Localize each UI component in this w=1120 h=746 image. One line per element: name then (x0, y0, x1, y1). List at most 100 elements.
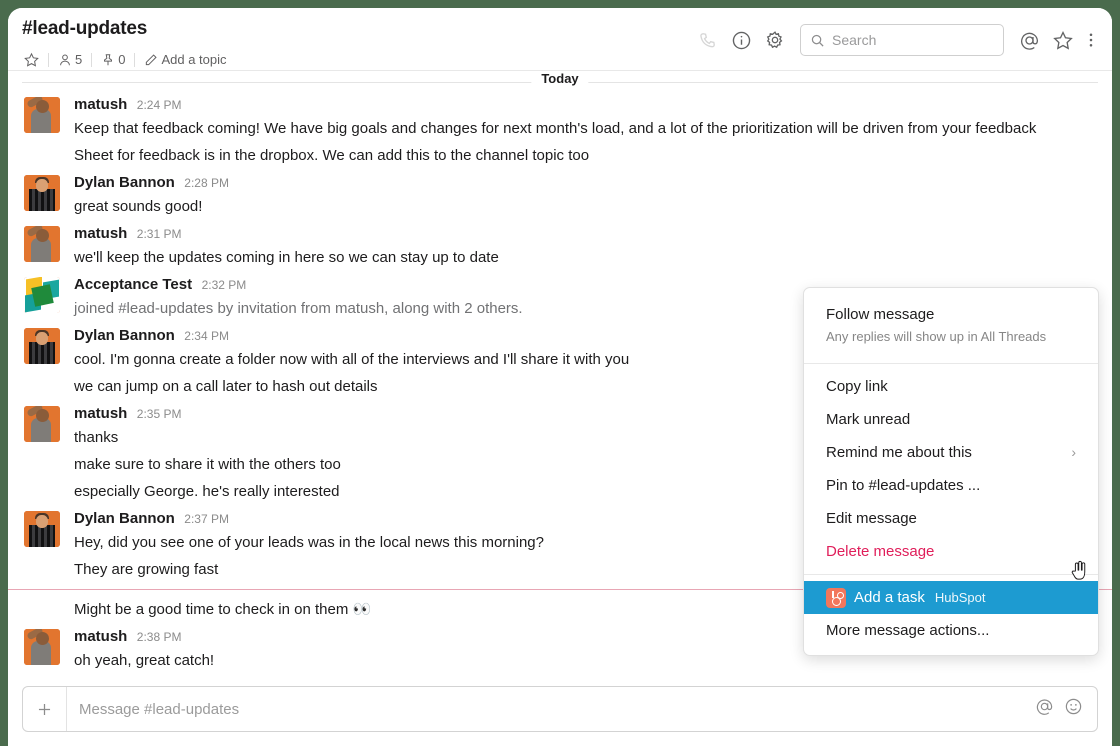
search-placeholder: Search (832, 32, 877, 48)
chevron-right-icon: › (1071, 444, 1076, 460)
avatar[interactable] (24, 511, 60, 547)
avatar[interactable] (24, 406, 60, 442)
menu-item-label: Mark unread (826, 411, 911, 428)
day-divider: Today (8, 71, 1112, 93)
menu-item-label: Add a task (854, 589, 925, 606)
message-composer[interactable]: Message #lead-updates (22, 686, 1098, 732)
pointing-hand-cursor (1071, 560, 1086, 580)
message-timestamp[interactable]: 2:38 PM (137, 630, 182, 644)
mention-someone-button[interactable] (1035, 697, 1054, 721)
menu-item-pin-to-channel[interactable]: Pin to #lead-updates ... (804, 469, 1098, 502)
menu-item-remind-me[interactable]: Remind me about this › (804, 436, 1098, 469)
menu-separator (804, 574, 1098, 575)
menu-item-label: Copy link (826, 378, 888, 395)
channel-title[interactable]: #lead-updates (22, 18, 147, 40)
search-input[interactable]: Search (800, 24, 1004, 56)
add-topic-label: Add a topic (161, 52, 227, 67)
members-count: 5 (75, 52, 83, 67)
acceptance-test-logo-icon (24, 277, 60, 313)
message-timestamp[interactable]: 2:24 PM (137, 98, 182, 112)
message-group[interactable]: Dylan Bannon 2:28 PM great sounds good! (8, 171, 1112, 222)
avatar[interactable] (24, 175, 60, 211)
message-composer-container: Message #lead-updates (8, 686, 1112, 732)
menu-item-label: Delete message (826, 543, 935, 560)
star-channel-button[interactable] (22, 52, 48, 67)
more-vertical-icon (1089, 33, 1093, 47)
add-topic-button[interactable]: Add a topic (135, 52, 235, 67)
message-timestamp[interactable]: 2:32 PM (202, 278, 247, 292)
message-timestamp[interactable]: 2:28 PM (184, 176, 229, 190)
hubspot-icon (826, 587, 846, 608)
avatar[interactable] (24, 277, 60, 313)
info-circle-icon (732, 31, 750, 49)
message-timestamp[interactable]: 2:34 PM (184, 329, 229, 343)
pencil-icon (146, 53, 158, 65)
menu-item-add-a-task-hubspot[interactable]: Add a task HubSpot (804, 581, 1098, 614)
emoji-icon (1065, 698, 1082, 715)
at-mention-icon (1020, 32, 1038, 50)
message-header: matush 2:31 PM (74, 224, 1112, 244)
message-input[interactable]: Message #lead-updates (67, 701, 1035, 718)
menu-item-mark-unread[interactable]: Mark unread (804, 403, 1098, 436)
at-mention-icon (1036, 699, 1053, 715)
menu-item-delete-message[interactable]: Delete message (804, 535, 1098, 568)
channel-settings-button[interactable] (758, 23, 792, 57)
star-outline-icon (1053, 30, 1073, 50)
message-author[interactable]: matush (74, 628, 127, 645)
message-author[interactable]: Dylan Bannon (74, 510, 175, 527)
message-text: we'll keep the updates coming in here so… (74, 249, 499, 266)
emoji-picker-button[interactable] (1064, 697, 1083, 721)
channel-pins-button[interactable]: 0 (92, 52, 134, 67)
follow-message-description: Any replies will show up in All Threads (826, 329, 1047, 344)
star-outline-icon (24, 52, 39, 67)
slack-app-window: #lead-updates 5 0 Add a topic Search Tod… (8, 8, 1112, 746)
composer-actions (1035, 697, 1097, 721)
starred-items-button[interactable] (1046, 23, 1080, 57)
message-author[interactable]: matush (74, 96, 127, 113)
message-group[interactable]: matush 2:31 PM we'll keep the updates co… (8, 222, 1112, 273)
avatar[interactable] (24, 629, 60, 665)
avatar[interactable] (24, 226, 60, 262)
menu-item-edit-message[interactable]: Edit message (804, 502, 1098, 535)
avatar[interactable] (24, 328, 60, 364)
channel-header: #lead-updates 5 0 Add a topic Search (8, 8, 1112, 71)
message-author[interactable]: matush (74, 225, 127, 242)
message-text: great sounds good! (74, 198, 203, 215)
message-header: Dylan Bannon 2:28 PM (74, 173, 1112, 193)
day-divider-label: Today (531, 71, 589, 86)
gear-icon (766, 31, 783, 49)
mentions-button[interactable] (1012, 23, 1046, 57)
menu-item-label: Edit message (826, 510, 917, 527)
message-timestamp[interactable]: 2:31 PM (137, 227, 182, 241)
message-author[interactable]: matush (74, 405, 127, 422)
message-timestamp[interactable]: 2:35 PM (137, 407, 182, 421)
call-button[interactable] (690, 23, 724, 57)
menu-item-copy-link[interactable]: Copy link (804, 370, 1098, 403)
message-author[interactable]: Dylan Bannon (74, 174, 175, 191)
follow-message-item[interactable]: Follow message Any replies will show up … (804, 296, 1098, 357)
channel-members-button[interactable]: 5 (49, 52, 91, 67)
menu-item-label: More message actions... (826, 622, 990, 639)
menu-item-more-message-actions[interactable]: More message actions... (804, 614, 1098, 647)
menu-item-app-name: HubSpot (934, 590, 986, 605)
message-header: matush 2:24 PM (74, 95, 1112, 115)
avatar[interactable] (24, 97, 60, 133)
follow-message-label: Follow message (826, 306, 935, 323)
message-context-menu: Follow message Any replies will show up … (803, 287, 1099, 656)
more-options-button[interactable] (1080, 23, 1102, 57)
message-author[interactable]: Dylan Bannon (74, 327, 175, 344)
message-timestamp[interactable]: 2:37 PM (184, 512, 229, 526)
pin-icon (104, 53, 113, 65)
message-author[interactable]: Acceptance Test (74, 276, 192, 293)
add-attachment-button[interactable] (23, 687, 67, 731)
message-text: Sheet for feedback is in the dropbox. We… (74, 147, 590, 164)
search-icon (811, 34, 824, 47)
channel-meta-bar: 5 0 Add a topic (22, 52, 236, 67)
menu-item-label: Remind me about this (826, 444, 972, 461)
message-text: Keep that feedback coming! We have big g… (74, 120, 1037, 137)
message-group[interactable]: matush 2:24 PM Keep that feedback coming… (8, 93, 1112, 171)
plus-icon (38, 703, 51, 715)
header-actions: Search (690, 20, 1102, 60)
pins-count: 0 (118, 52, 126, 67)
channel-info-button[interactable] (724, 23, 758, 57)
